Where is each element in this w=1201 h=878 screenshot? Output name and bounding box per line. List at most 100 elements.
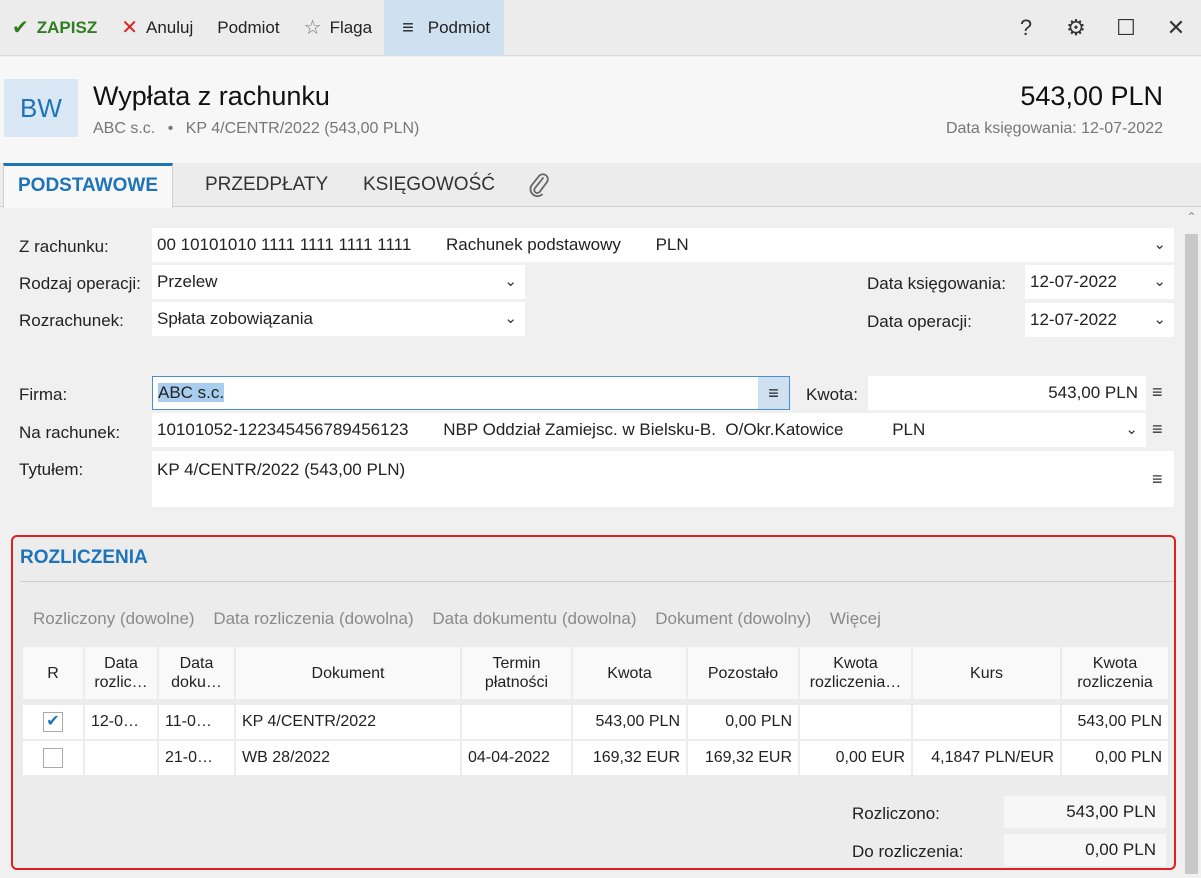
subject-menu-label: Podmiot bbox=[427, 17, 491, 37]
to-account-bank: NBP Oddział Zamiejsc. w Bielsku-B. O/Okr… bbox=[443, 420, 844, 439]
save-label: ZAPISZ bbox=[36, 17, 98, 37]
posting-date-label: Data księgowania: bbox=[867, 274, 1006, 293]
gear-icon[interactable]: ⚙ bbox=[1051, 15, 1101, 41]
page-subtitle: ABC s.c. • KP 4/CENTR/2022 (543,00 PLN) bbox=[93, 120, 419, 138]
help-icon[interactable]: ? bbox=[1001, 15, 1051, 41]
scroll-up-icon[interactable]: ⌃ bbox=[1182, 210, 1201, 224]
checkmark-icon: ✔ bbox=[12, 16, 29, 39]
to-account-select[interactable]: 10101052-122345456789456123 NBP Oddział … bbox=[152, 413, 1146, 447]
close-icon[interactable]: ✕ bbox=[1151, 15, 1201, 41]
flag-button[interactable]: ☆ Flaga bbox=[292, 0, 384, 56]
title-textarea[interactable]: KP 4/CENTR/2022 (543,00 PLN) bbox=[152, 451, 1174, 507]
filter-document[interactable]: Dokument (dowolny) bbox=[655, 609, 811, 628]
company-menu-icon[interactable]: ≡ bbox=[758, 377, 789, 409]
table-row-1-checkbox[interactable]: ✔ bbox=[23, 705, 83, 739]
col-header-settlement-amount-currency[interactable]: Kwota rozliczenia… bbox=[800, 647, 911, 699]
col-header-r[interactable]: R bbox=[23, 647, 83, 699]
to-account-currency: PLN bbox=[892, 420, 926, 439]
subject-label: Podmiot bbox=[217, 17, 280, 37]
subject-menu-button[interactable]: ≡ Podmiot bbox=[384, 0, 505, 56]
page-title: Wypłata z rachunku bbox=[93, 81, 330, 111]
tab-attachments[interactable] bbox=[527, 163, 551, 207]
subtitle-company: ABC s.c. bbox=[93, 120, 156, 137]
filter-more[interactable]: Więcej bbox=[830, 609, 881, 628]
title-menu-icon[interactable]: ≡ bbox=[1152, 469, 1163, 490]
table-row-1-document[interactable]: KP 4/CENTR/2022 bbox=[236, 705, 460, 739]
table-row-2-remaining: 169,32 EUR bbox=[688, 741, 798, 775]
from-account-name: Rachunek podstawowy bbox=[446, 235, 621, 254]
chevron-down-icon: ⌄ bbox=[504, 310, 517, 327]
toolbar: ✔ ZAPISZ ✕ Anuluj Podmiot ☆ Flaga ≡ Podm… bbox=[0, 0, 1201, 56]
company-value: ABC s.c. bbox=[158, 383, 225, 402]
operation-date-label: Data operacji: bbox=[867, 312, 972, 331]
checkbox-checked-icon[interactable]: ✔ bbox=[43, 711, 63, 732]
close-x-icon: ✕ bbox=[121, 16, 138, 39]
filter-document-date[interactable]: Data dokumentu (dowolna) bbox=[432, 609, 636, 628]
star-icon: ☆ bbox=[303, 16, 322, 39]
table-row-2-rate[interactable]: 4,1847 PLN/EUR bbox=[913, 741, 1060, 775]
amount-input[interactable]: 543,00 PLN bbox=[868, 376, 1146, 410]
from-account-number: 00 10101010 1111 1111 1111 1111 bbox=[157, 235, 412, 254]
table-row-2-checkbox[interactable] bbox=[23, 741, 83, 775]
col-header-due-date[interactable]: Termin płatności bbox=[462, 647, 571, 699]
maximize-icon[interactable]: ☐ bbox=[1101, 15, 1151, 41]
col-header-document-date[interactable]: Data doku… bbox=[159, 647, 234, 699]
cancel-button[interactable]: ✕ Anuluj bbox=[109, 0, 205, 56]
col-header-amount[interactable]: Kwota bbox=[573, 647, 686, 699]
document-type-badge: BW bbox=[4, 79, 78, 137]
tab-bar: PODSTAWOWE PRZEDPŁATY KSIĘGOWOŚĆ bbox=[0, 163, 1201, 208]
chevron-down-icon: ⌄ bbox=[1125, 421, 1138, 438]
to-account-menu-icon[interactable]: ≡ bbox=[1152, 419, 1163, 440]
tab-accounting[interactable]: KSIĘGOWOŚĆ bbox=[363, 163, 495, 207]
posting-date-picker[interactable]: 12-07-2022 ⌄ bbox=[1025, 265, 1174, 299]
operation-date-picker[interactable]: 12-07-2022 ⌄ bbox=[1025, 303, 1174, 337]
to-settle-value: 0,00 PLN bbox=[1004, 834, 1166, 866]
col-header-settlement-date[interactable]: Data rozlic… bbox=[85, 647, 157, 699]
settled-label: Rozliczono: bbox=[852, 804, 940, 823]
table-row-2-document[interactable]: WB 28/2022 bbox=[236, 741, 460, 775]
table-row-1-settlement-date: 12-0… bbox=[85, 705, 157, 739]
chevron-down-icon: ⌄ bbox=[1153, 273, 1166, 290]
operation-type-value: Przelew bbox=[157, 272, 218, 291]
title-value: KP 4/CENTR/2022 (543,00 PLN) bbox=[157, 460, 406, 479]
header-amount: 543,00 PLN bbox=[1020, 81, 1163, 111]
filter-settlement-date[interactable]: Data rozliczenia (dowolna) bbox=[213, 609, 413, 628]
scroll-thumb[interactable] bbox=[1185, 234, 1198, 874]
subject-button[interactable]: Podmiot bbox=[205, 0, 291, 56]
table-row-2-amount: 169,32 EUR bbox=[573, 741, 686, 775]
from-account-label: Z rachunku: bbox=[19, 237, 109, 256]
tab-basic[interactable]: PODSTAWOWE bbox=[3, 163, 174, 208]
filter-settled[interactable]: Rozliczony (dowolne) bbox=[33, 609, 195, 628]
col-header-rate[interactable]: Kurs bbox=[913, 647, 1060, 699]
from-account-select[interactable]: 00 10101010 1111 1111 1111 1111 Rachunek… bbox=[152, 228, 1174, 262]
subtitle-document: KP 4/CENTR/2022 (543,00 PLN) bbox=[185, 120, 420, 137]
table-row-1-due-date bbox=[462, 705, 571, 739]
amount-label: Kwota: bbox=[806, 385, 858, 404]
to-settle-label: Do rozliczenia: bbox=[852, 842, 964, 861]
flag-label: Flaga bbox=[329, 17, 373, 37]
to-account-number: 10101052-122345456789456123 bbox=[157, 420, 409, 439]
table-row-1-document-date: 11-0… bbox=[159, 705, 234, 739]
checkbox-unchecked-icon[interactable] bbox=[43, 747, 63, 768]
settlement-select[interactable]: Spłata zobowiązania ⌄ bbox=[152, 302, 525, 336]
operation-type-select[interactable]: Przelew ⌄ bbox=[152, 265, 525, 299]
col-header-remaining[interactable]: Pozostało bbox=[688, 647, 798, 699]
chevron-down-icon: ⌄ bbox=[504, 273, 517, 290]
table-row-1-rate[interactable] bbox=[913, 705, 1060, 739]
table-row-2-settlement-amount[interactable]: 0,00 PLN bbox=[1062, 741, 1168, 775]
tab-prepayments[interactable]: PRZEDPŁATY bbox=[205, 163, 328, 207]
save-button[interactable]: ✔ ZAPISZ bbox=[0, 0, 109, 56]
table-row-2-settlement-amount-currency[interactable]: 0,00 EUR bbox=[800, 741, 911, 775]
col-header-settlement-amount[interactable]: Kwota rozliczenia bbox=[1062, 647, 1168, 699]
company-label: Firma: bbox=[19, 385, 68, 404]
from-account-currency: PLN bbox=[655, 235, 689, 254]
company-input[interactable]: ABC s.c. bbox=[152, 376, 790, 410]
col-header-document[interactable]: Dokument bbox=[236, 647, 460, 699]
table-row-1-settlement-amount-currency[interactable] bbox=[800, 705, 911, 739]
chevron-down-icon: ⌄ bbox=[1153, 236, 1166, 253]
table-row-2-document-date: 21-0… bbox=[159, 741, 234, 775]
table-row-1-settlement-amount[interactable]: 543,00 PLN bbox=[1062, 705, 1168, 739]
vertical-scrollbar[interactable]: ⌃ bbox=[1182, 208, 1201, 878]
document-header: BW Wypłata z rachunku ABC s.c. • KP 4/CE… bbox=[0, 57, 1201, 163]
amount-menu-icon[interactable]: ≡ bbox=[1152, 382, 1163, 403]
